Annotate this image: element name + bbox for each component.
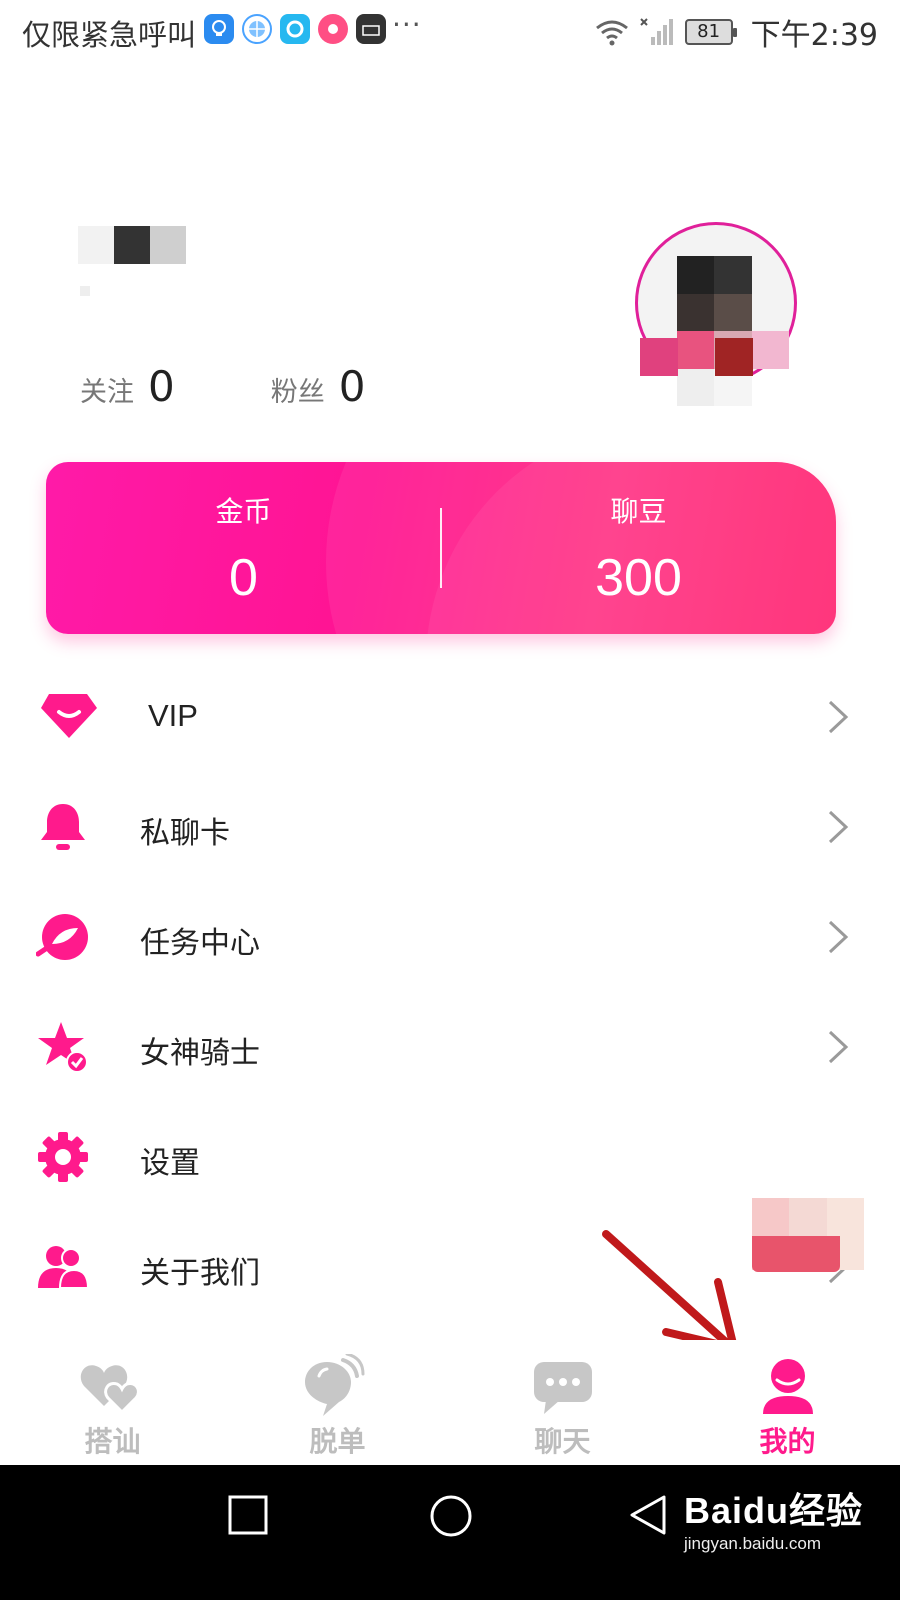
bulb-app-icon [204, 14, 234, 44]
chevron-right-icon [828, 1030, 849, 1064]
diamond-icon [41, 694, 97, 738]
beans-label: 聊豆 [610, 495, 667, 528]
back-button-icon[interactable] [628, 1493, 668, 1537]
star-check-icon [38, 1022, 88, 1073]
coins-label: 金币 [215, 495, 272, 528]
wifi-icon [595, 20, 628, 46]
chevron-right-icon [828, 920, 849, 954]
gear-icon [38, 1132, 88, 1182]
carrier-text: 仅限紧急呼叫 [22, 18, 197, 52]
more-notifications-icon: ··· [392, 8, 422, 41]
username-redacted [78, 226, 186, 264]
notification-icons [204, 14, 386, 44]
chat-app-icon [318, 14, 348, 44]
follow-stats: 关注 0 粉丝 0 [80, 362, 365, 411]
menu-label-vip: VIP [148, 698, 198, 733]
leaf-icon [36, 914, 88, 960]
tab-label-dating: 脱单 [309, 1425, 366, 1458]
hearts-icon [80, 1365, 140, 1415]
menu-label-private-chat-card: 私聊卡 [140, 816, 230, 851]
status-bar: 仅限紧急呼叫 ··· 81 下午2:39 [0, 0, 900, 62]
tab-mine[interactable]: 我的 [675, 1340, 900, 1465]
baidu-watermark: Baidu经验 jingyan.baidu.com [684, 1482, 863, 1554]
globe-app-icon [242, 14, 272, 44]
bell-icon [41, 804, 85, 850]
menu-label-about-us: 关于我们 [140, 1256, 260, 1291]
user-id-redacted [80, 286, 90, 296]
beans-panel[interactable]: 聊豆 300 [441, 462, 836, 634]
chat-icon [534, 1362, 592, 1414]
follow-label[interactable]: 关注 [80, 370, 134, 409]
watermark-main: Baidu经验 [684, 1490, 864, 1531]
menu-label-task-center: 任务中心 [140, 926, 260, 961]
beans-value: 300 [595, 549, 682, 607]
avatar-image-redacted [677, 256, 789, 406]
tab-label-mine: 我的 [759, 1425, 816, 1458]
follow-count[interactable]: 0 [148, 362, 175, 411]
chevron-right-icon [828, 810, 849, 844]
users-icon [38, 1246, 90, 1289]
signal-icon [639, 18, 673, 45]
coins-panel[interactable]: 金币 0 [46, 462, 441, 634]
e-app-icon [280, 14, 310, 44]
battery-indicator: 81 [684, 19, 737, 45]
avatar-badge [715, 338, 753, 376]
fans-count[interactable]: 0 [339, 362, 366, 411]
bottom-tab-bar: 搭讪 脱单 聊天 我的 [0, 1340, 900, 1465]
tab-pickup[interactable]: 搭讪 [0, 1340, 225, 1465]
avatar-decoration [640, 338, 678, 376]
fans-label[interactable]: 粉丝 [271, 370, 325, 409]
tab-dating[interactable]: 脱单 [225, 1340, 450, 1465]
user-icon [763, 1359, 813, 1414]
menu-item-settings[interactable]: 设置 [0, 1102, 900, 1212]
recents-button-icon[interactable] [226, 1493, 270, 1537]
wallet-card: 金币 0 聊豆 300 [46, 462, 836, 634]
floating-widget-badge [752, 1236, 840, 1272]
menu-label-goddess-knight: 女神骑士 [140, 1036, 260, 1071]
tab-label-pickup: 搭讪 [84, 1425, 141, 1458]
chevron-right-icon [828, 700, 849, 734]
coins-value: 0 [229, 549, 258, 607]
home-button-icon[interactable] [428, 1493, 474, 1539]
menu-item-goddess-knight[interactable]: 女神骑士 [0, 992, 900, 1102]
watermark-sub: jingyan.baidu.com [684, 1534, 822, 1553]
menu-item-private-chat-card[interactable]: 私聊卡 [0, 772, 900, 882]
store-app-icon [356, 14, 386, 44]
status-right: 81 下午2:39 [595, 10, 878, 54]
balloon-icon [305, 1354, 365, 1416]
menu-item-task-center[interactable]: 任务中心 [0, 882, 900, 992]
tab-label-chat: 聊天 [534, 1425, 591, 1458]
menu-item-vip[interactable]: VIP [0, 662, 900, 772]
menu-label-settings: 设置 [140, 1146, 200, 1181]
clock: 下午2:39 [750, 18, 878, 53]
tab-chat[interactable]: 聊天 [450, 1340, 675, 1465]
